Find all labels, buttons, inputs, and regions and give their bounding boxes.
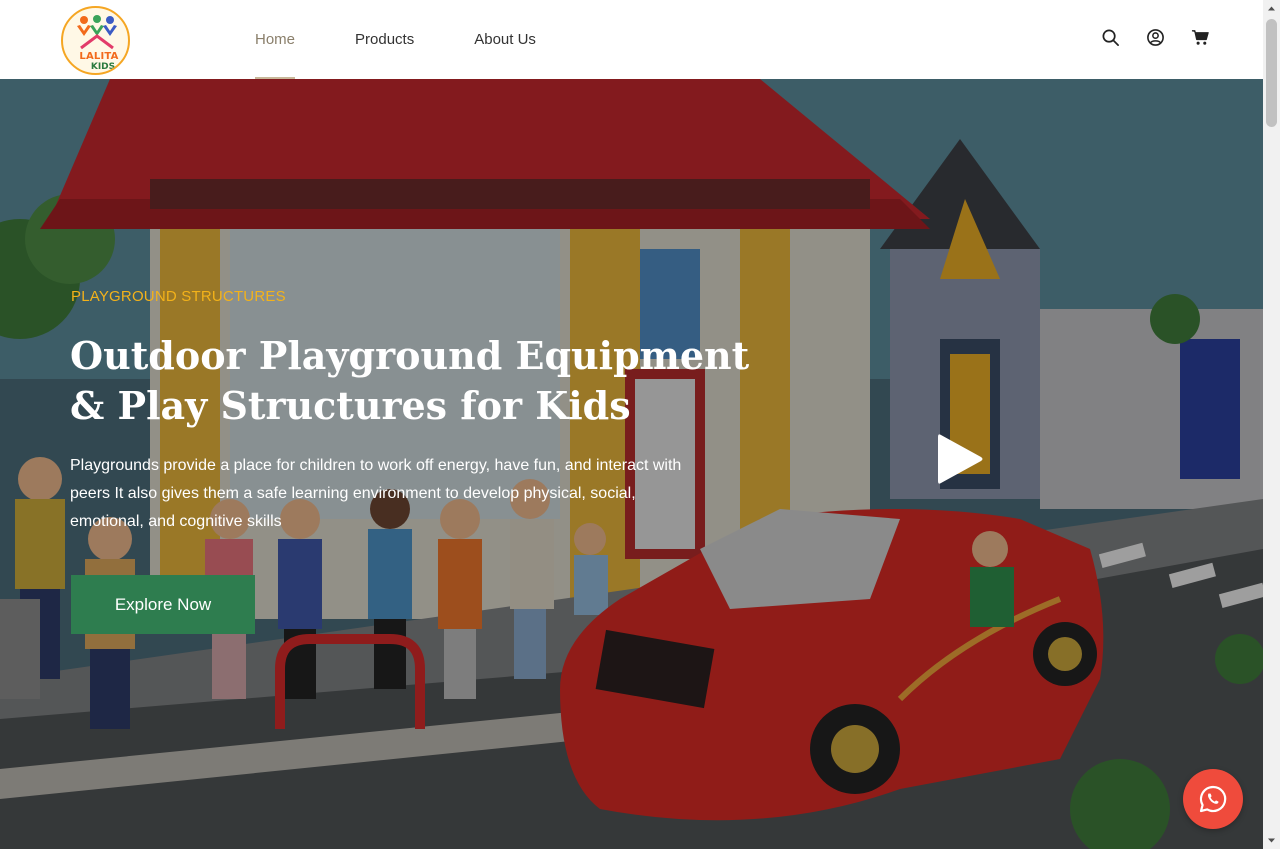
hero-title-line-1: Outdoor Playground Equipment (70, 333, 750, 378)
scroll-up-arrow-icon[interactable] (1267, 4, 1276, 13)
hero-title: Outdoor Playground Equipment & Play Stru… (70, 331, 750, 431)
hero-eyebrow: PLAYGROUND STRUCTURES (71, 288, 286, 305)
whatsapp-icon (1199, 785, 1227, 813)
scrollbar-thumb[interactable] (1266, 19, 1277, 127)
hero-description: Playgrounds provide a place for children… (70, 457, 682, 530)
site-header: LALITA KIDS Home Products About Us (0, 0, 1263, 79)
page-scrollbar[interactable] (1263, 0, 1280, 849)
hero-title-line-2: & Play Structures for Kids (70, 383, 631, 428)
logo-figures-icon (77, 15, 117, 50)
header-actions (1101, 28, 1210, 47)
explore-now-button[interactable]: Explore Now (71, 575, 255, 634)
nav-home[interactable]: Home (255, 0, 296, 79)
scroll-down-arrow-icon[interactable] (1267, 836, 1276, 845)
logo-subtext: KIDS (90, 62, 116, 72)
site-logo[interactable]: LALITA KIDS (61, 6, 130, 75)
search-icon[interactable] (1101, 28, 1120, 47)
logo-text: LALITA (79, 51, 119, 62)
hero-section: PLAYGROUND STRUCTURES Outdoor Playground… (0, 79, 1263, 849)
nav-about-us[interactable]: About Us (474, 0, 536, 79)
play-icon[interactable] (935, 431, 985, 487)
main-nav: Home Products About Us (255, 0, 596, 79)
nav-products[interactable]: Products (355, 0, 414, 79)
cart-icon[interactable] (1191, 28, 1210, 47)
whatsapp-chat-button[interactable] (1183, 769, 1243, 829)
user-account-icon[interactable] (1146, 28, 1165, 47)
